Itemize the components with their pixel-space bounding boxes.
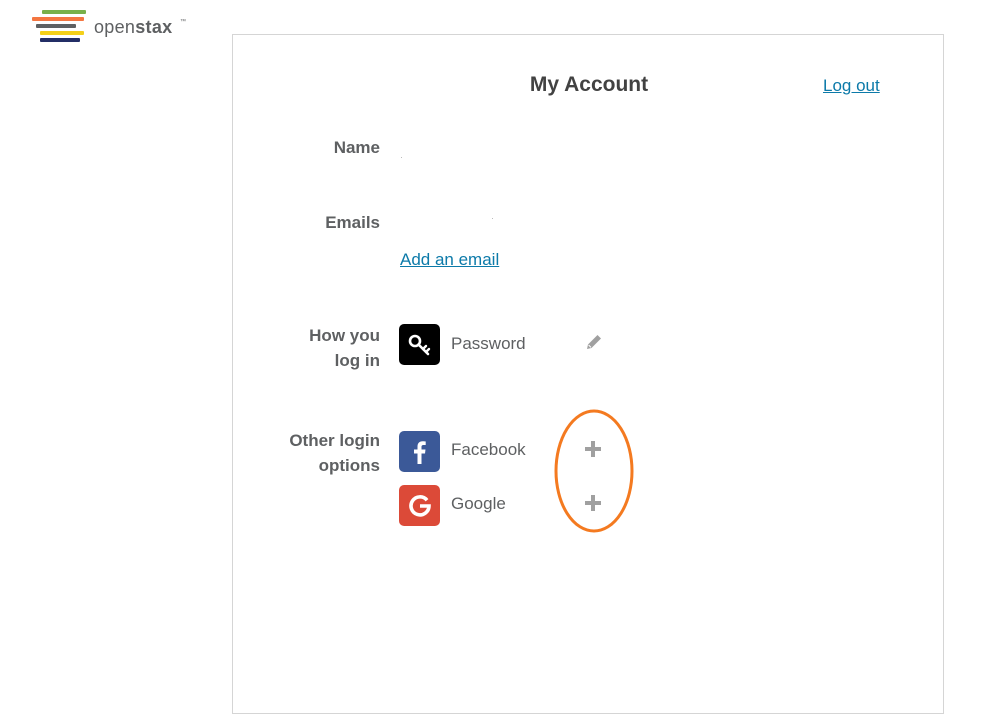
add-email-link[interactable]: Add an email <box>400 250 499 270</box>
name-label: Name <box>333 138 380 157</box>
email-value[interactable] <box>492 218 493 219</box>
key-icon <box>399 324 440 365</box>
how-you-log-in-line2: log in <box>334 351 380 370</box>
google-icon <box>399 485 440 526</box>
how-you-log-in-label: How you log in <box>309 323 380 373</box>
logo-word-light: open <box>94 17 136 37</box>
how-you-log-in-line1: How you <box>309 326 380 345</box>
name-value[interactable] <box>401 157 402 158</box>
facebook-label: Facebook <box>451 440 526 459</box>
logo-bars-icon <box>30 8 90 48</box>
emails-label: Emails <box>325 213 380 232</box>
google-label: Google <box>451 494 506 513</box>
account-panel: My Account Log out Name Emails Add an em… <box>232 34 944 714</box>
logo-word-bold: stax <box>135 17 173 37</box>
openstax-logo[interactable]: openstax ™ <box>30 8 200 48</box>
highlight-ellipse-annotation <box>554 409 634 533</box>
password-label: Password <box>451 334 526 353</box>
logo-trademark: ™ <box>180 19 186 25</box>
other-login-options-label: Other login options <box>289 428 380 478</box>
logout-link[interactable]: Log out <box>823 76 880 96</box>
facebook-icon <box>399 431 440 472</box>
pencil-icon[interactable] <box>583 331 605 353</box>
other-login-options-line2: options <box>318 456 380 475</box>
other-login-options-line1: Other login <box>289 431 380 450</box>
logo-wordmark: openstax <box>94 17 172 38</box>
